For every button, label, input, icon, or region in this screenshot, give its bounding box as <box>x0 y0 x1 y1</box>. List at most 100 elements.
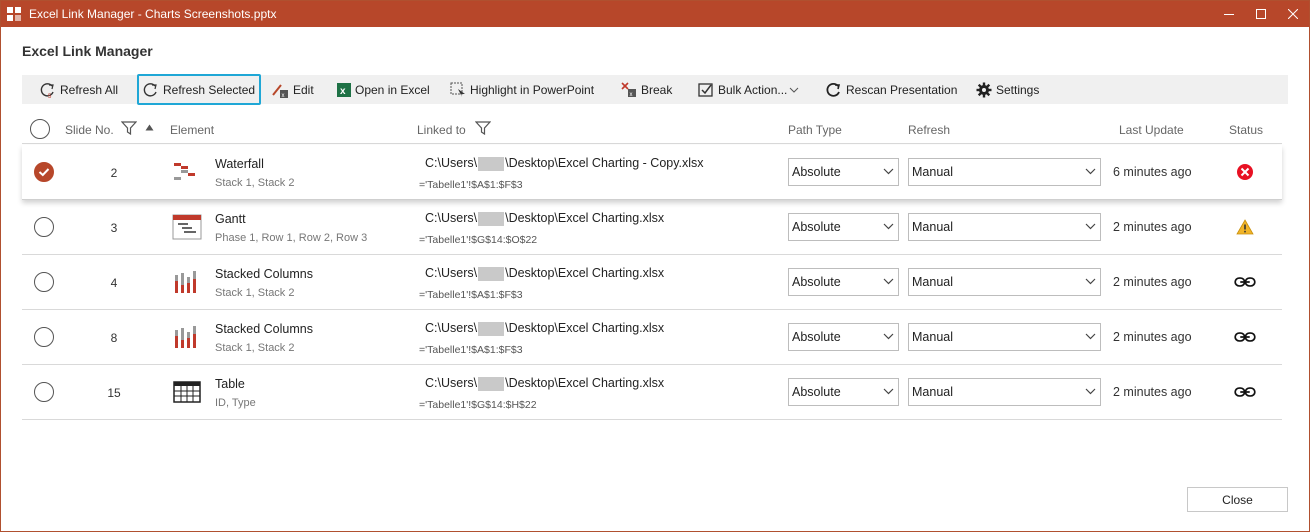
rescan-presentation-button[interactable]: Rescan Presentation <box>826 75 957 104</box>
linked-file-path: C:\Users\ \Desktop\Excel Charting.xlsx <box>425 266 664 281</box>
path-type-dropdown[interactable]: Absolute <box>788 213 899 241</box>
bulk-action-button[interactable]: Bulk Action... <box>698 75 803 104</box>
row-select-checkbox[interactable] <box>34 217 54 237</box>
refresh-mode-dropdown[interactable]: Manual <box>908 378 1101 406</box>
sort-ascending-icon[interactable] <box>145 124 154 131</box>
element-series: Stack 1, Stack 2 <box>215 177 295 189</box>
edit-button[interactable]: x Edit <box>271 75 314 104</box>
element-series: Stack 1, Stack 2 <box>215 287 295 299</box>
linked-range: ='Tabelle1'!$G$14:$H$22 <box>419 399 537 411</box>
close-button[interactable]: Close <box>1187 487 1288 512</box>
table-row[interactable]: 4 Stacked Columns Stack 1, Stack 2 C:\Users… <box>22 255 1282 310</box>
edit-icon: x <box>272 83 288 98</box>
minimize-button[interactable] <box>1213 1 1245 27</box>
refresh-selected-label: Refresh Selected <box>163 82 256 97</box>
table-icon <box>172 379 202 405</box>
refresh-mode-dropdown[interactable]: Manual <box>908 158 1101 186</box>
chevron-down-icon <box>883 223 894 230</box>
redacted-username <box>478 321 505 336</box>
table-row[interactable]: 15 Table ID, Type C:\Users\ \Desktop\Excel C… <box>22 365 1282 420</box>
refresh-mode-dropdown[interactable]: Manual <box>908 268 1101 296</box>
linked-range: ='Tabelle1'!$G$14:$O$22 <box>419 234 538 246</box>
toolbar: 5 Refresh All Refresh Selected x Edit x … <box>22 74 1288 105</box>
select-all-checkbox[interactable] <box>30 119 50 139</box>
row-select-checkbox[interactable] <box>34 272 54 292</box>
break-button[interactable]: x Break <box>621 75 672 104</box>
chevron-down-icon <box>1085 223 1096 230</box>
app-icon <box>7 7 21 21</box>
path-type-value: Absolute <box>792 330 841 344</box>
highlight-label: Highlight in PowerPoint <box>470 82 595 97</box>
link-icon <box>1234 272 1256 292</box>
column-header-status[interactable]: Status <box>1229 123 1263 137</box>
maximize-button[interactable] <box>1245 1 1277 27</box>
column-header-last-update[interactable]: Last Update <box>1119 123 1184 137</box>
row-select-checkbox[interactable] <box>34 327 54 347</box>
refresh-mode-value: Manual <box>912 275 953 289</box>
svg-text:x: x <box>630 92 633 98</box>
last-update: 2 minutes ago <box>1113 330 1192 344</box>
refresh-mode-value: Manual <box>912 330 953 344</box>
path-type-dropdown[interactable]: Absolute <box>788 378 899 406</box>
refresh-all-button[interactable]: 5 Refresh All <box>40 75 118 104</box>
linked-range: ='Tabelle1'!$A$1:$F$3 <box>419 344 523 356</box>
refresh-selected-button[interactable]: Refresh Selected <box>137 74 262 105</box>
gantt-chart-icon <box>172 214 202 240</box>
refresh-mode-value: Manual <box>912 385 953 399</box>
element-series: ID, Type <box>215 397 256 409</box>
highlight-in-powerpoint-button[interactable]: Highlight in PowerPoint <box>450 75 594 104</box>
filter-icon[interactable] <box>475 121 491 135</box>
chevron-down-icon <box>1085 168 1096 175</box>
column-header-slide-no[interactable]: Slide No. <box>65 123 114 137</box>
element-name: Stacked Columns <box>215 322 313 336</box>
redacted-username <box>478 156 505 171</box>
element-series: Stack 1, Stack 2 <box>215 342 295 354</box>
last-update: 6 minutes ago <box>1113 165 1192 179</box>
path-type-dropdown[interactable]: Absolute <box>788 268 899 296</box>
slide-number: 3 <box>110 221 118 235</box>
settings-button[interactable]: Settings <box>976 75 1039 104</box>
table-row[interactable]: 8 Stacked Columns Stack 1, Stack 2 C:\Users… <box>22 310 1282 365</box>
open-in-excel-button[interactable]: x Open in Excel <box>337 75 430 104</box>
path-type-dropdown[interactable]: Absolute <box>788 158 899 186</box>
close-icon <box>1288 9 1298 19</box>
title-bar: Excel Link Manager - Charts Screenshots.… <box>1 1 1309 27</box>
window-title: Excel Link Manager - Charts Screenshots.… <box>29 7 277 21</box>
highlight-icon <box>450 82 465 97</box>
minimize-icon <box>1224 14 1234 15</box>
column-header-refresh[interactable]: Refresh <box>908 123 950 137</box>
stacked-columns-icon <box>172 269 202 295</box>
path-prefix: C:\Users\ <box>425 376 478 390</box>
edit-label: Edit <box>293 82 314 97</box>
linked-file-path: C:\Users\ \Desktop\Excel Charting.xlsx <box>425 211 664 226</box>
chevron-down-icon <box>1085 278 1096 285</box>
column-header-path-type[interactable]: Path Type <box>788 123 842 137</box>
excel-link-manager-window: Excel Link Manager - Charts Screenshots.… <box>0 0 1310 532</box>
row-select-checkbox[interactable] <box>34 382 54 402</box>
refresh-mode-dropdown[interactable]: Manual <box>908 213 1101 241</box>
path-type-dropdown[interactable]: Absolute <box>788 323 899 351</box>
rescan-icon <box>826 82 841 97</box>
refresh-mode-dropdown[interactable]: Manual <box>908 323 1101 351</box>
break-label: Break <box>641 82 673 97</box>
redacted-username <box>478 376 505 391</box>
refresh-mode-value: Manual <box>912 165 953 179</box>
path-prefix: C:\Users\ <box>425 321 478 335</box>
path-type-value: Absolute <box>792 385 841 399</box>
warning-icon <box>1234 217 1256 237</box>
slide-number: 4 <box>110 276 118 290</box>
table-row[interactable]: 3 Gantt Phase 1, Row 1, Row 2, Row 3 C:\Use… <box>22 200 1282 255</box>
error-icon <box>1234 162 1256 182</box>
last-update: 2 minutes ago <box>1113 220 1192 234</box>
refresh-mode-value: Manual <box>912 220 953 234</box>
last-update: 2 minutes ago <box>1113 275 1192 289</box>
column-header-element[interactable]: Element <box>170 123 214 137</box>
linked-file-path: C:\Users\ \Desktop\Excel Charting.xlsx <box>425 376 664 391</box>
row-select-checkbox[interactable] <box>34 162 54 182</box>
table-row[interactable]: 2 Waterfall Stack 1, Stack 2 C:\Users\ \Desk… <box>22 145 1282 200</box>
column-header-linked-to[interactable]: Linked to <box>417 123 466 137</box>
slide-number: 2 <box>110 166 118 180</box>
path-type-value: Absolute <box>792 165 841 179</box>
close-window-button[interactable] <box>1277 1 1309 27</box>
filter-icon[interactable] <box>121 121 137 135</box>
